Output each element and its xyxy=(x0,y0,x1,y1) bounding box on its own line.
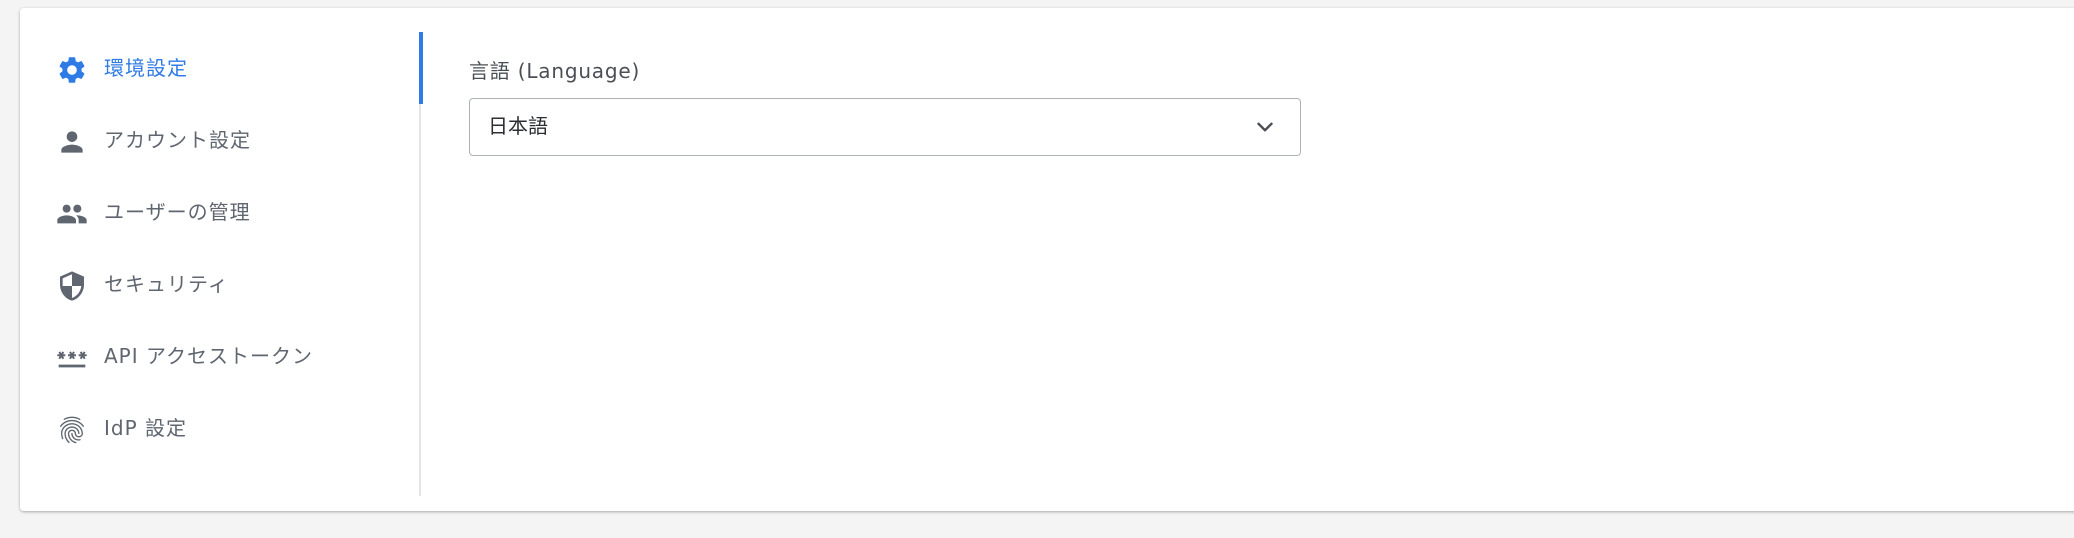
sidebar-item-account-settings[interactable]: アカウント設定 xyxy=(20,104,421,176)
people-icon xyxy=(56,198,88,230)
language-field-label: 言語 (Language) xyxy=(469,59,641,83)
sidebar-item-label: ユーザーの管理 xyxy=(104,200,251,224)
sidebar-item-label: セキュリティ xyxy=(104,272,229,296)
sidebar-item-label: アカウント設定 xyxy=(104,128,251,152)
sidebar-item-label: API アクセストークン xyxy=(104,344,313,368)
sidebar-item-label: IdP 設定 xyxy=(104,416,188,440)
sidebar-item-label: 環境設定 xyxy=(104,56,188,80)
settings-sidebar: 環境設定 アカウント設定 ユーザーの管理 セキュリティ API アクセストークン xyxy=(20,32,423,496)
settings-card: 環境設定 アカウント設定 ユーザーの管理 セキュリティ API アクセストークン xyxy=(20,8,2074,511)
preferences-panel: 言語 (Language) 日本語 xyxy=(469,58,1303,156)
sidebar-item-idp-settings[interactable]: IdP 設定 xyxy=(20,392,421,464)
shield-icon xyxy=(56,270,88,302)
sidebar-item-preferences[interactable]: 環境設定 xyxy=(20,32,423,104)
person-icon xyxy=(56,126,88,158)
language-select-value: 日本語 xyxy=(488,114,548,138)
fingerprint-icon xyxy=(56,414,88,446)
language-select[interactable]: 日本語 xyxy=(469,98,1301,156)
sidebar-item-security[interactable]: セキュリティ xyxy=(20,248,421,320)
chevron-down-icon xyxy=(1252,114,1278,140)
sidebar-item-api-access-tokens[interactable]: API アクセストークン xyxy=(20,320,421,392)
password-icon xyxy=(56,342,88,374)
sidebar-item-user-management[interactable]: ユーザーの管理 xyxy=(20,176,421,248)
gear-icon xyxy=(56,54,88,86)
